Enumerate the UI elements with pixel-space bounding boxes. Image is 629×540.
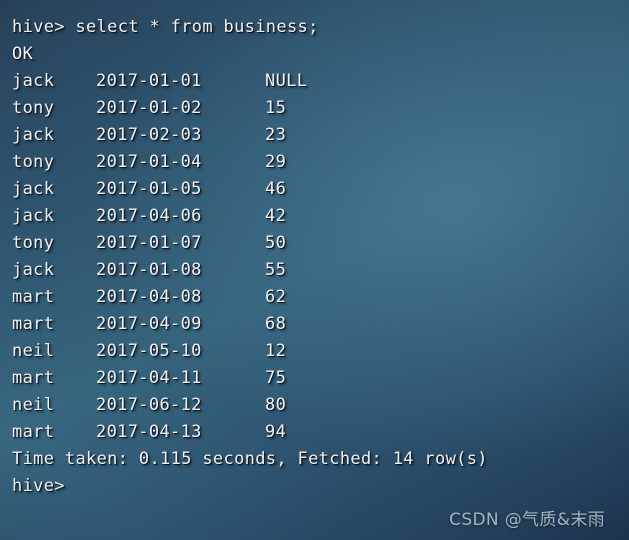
table-row: tony 2017-01-07 50 [0,230,629,257]
cell-cost: 50 [265,233,287,253]
status-line: OK [12,44,34,64]
cell-cost: NULL [265,71,308,91]
cell-orderdate: 2017-04-08 [96,287,202,307]
cell-cost: 42 [265,206,287,226]
cell-cost: 46 [265,179,287,199]
cell-orderdate: 2017-01-02 [96,98,202,118]
cell-name: mart [12,368,55,388]
table-row: mart 2017-04-09 68 [0,311,629,338]
cell-name: jack [12,206,55,226]
cell-orderdate: 2017-01-05 [96,179,202,199]
cell-cost: 55 [265,260,287,280]
cell-orderdate: 2017-06-12 [96,395,202,415]
cell-orderdate: 2017-04-06 [96,206,202,226]
cell-cost: 75 [265,368,287,388]
cell-name: tony [12,152,55,172]
cell-name: neil [12,341,55,361]
table-row: jack 2017-02-03 23 [0,122,629,149]
cell-cost: 62 [265,287,287,307]
cell-orderdate: 2017-04-09 [96,314,202,334]
terminal-output: hive> select * from business; OK jack 201… [0,0,629,500]
table-row: tony 2017-01-04 29 [0,149,629,176]
cell-name: mart [12,422,55,442]
table-row: jack 2017-04-06 42 [0,203,629,230]
cell-name: jack [12,179,55,199]
cell-cost: 68 [265,314,287,334]
cell-orderdate: 2017-04-13 [96,422,202,442]
cell-orderdate: 2017-04-11 [96,368,202,388]
trailing-prompt[interactable]: hive> [0,473,629,500]
cell-name: tony [12,98,55,118]
cell-orderdate: 2017-02-03 [96,125,202,145]
cell-orderdate: 2017-05-10 [96,341,202,361]
table-row: jack 2017-01-05 46 [0,176,629,203]
cell-orderdate: 2017-01-04 [96,152,202,172]
cell-cost: 80 [265,395,287,415]
csdn-watermark: CSDN @气质&末雨 [449,510,605,530]
cell-name: tony [12,233,55,253]
command-line: hive> select * from business; [12,17,319,37]
table-row: tony 2017-01-02 15 [0,95,629,122]
cell-name: jack [12,125,55,145]
cell-cost: 29 [265,152,287,172]
cell-name: jack [12,71,55,91]
cell-name: neil [12,395,55,415]
table-row: neil 2017-05-10 12 [0,338,629,365]
table-row: mart 2017-04-11 75 [0,365,629,392]
cell-cost: 15 [265,98,287,118]
cell-name: mart [12,314,55,334]
table-row: mart 2017-04-13 94 [0,419,629,446]
cell-cost: 23 [265,125,287,145]
table-row: mart 2017-04-08 62 [0,284,629,311]
terminal-window[interactable]: hive> select * from business; OK jack 201… [0,0,629,540]
table-row: jack 2017-01-08 55 [0,257,629,284]
cell-orderdate: 2017-01-07 [96,233,202,253]
table-row: jack 2017-01-01 NULL [0,68,629,95]
cell-orderdate: 2017-01-01 [96,71,202,91]
cell-orderdate: 2017-01-08 [96,260,202,280]
cell-name: jack [12,260,55,280]
table-row: neil 2017-06-12 80 [0,392,629,419]
cell-cost: 12 [265,341,287,361]
cell-cost: 94 [265,422,287,442]
cell-name: mart [12,287,55,307]
result-table: jack 2017-01-01 NULL tony 2017-01-02 15 jack 20… [0,68,629,446]
footer-line: Time taken: 0.115 seconds, Fetched: 14 r… [12,449,488,469]
